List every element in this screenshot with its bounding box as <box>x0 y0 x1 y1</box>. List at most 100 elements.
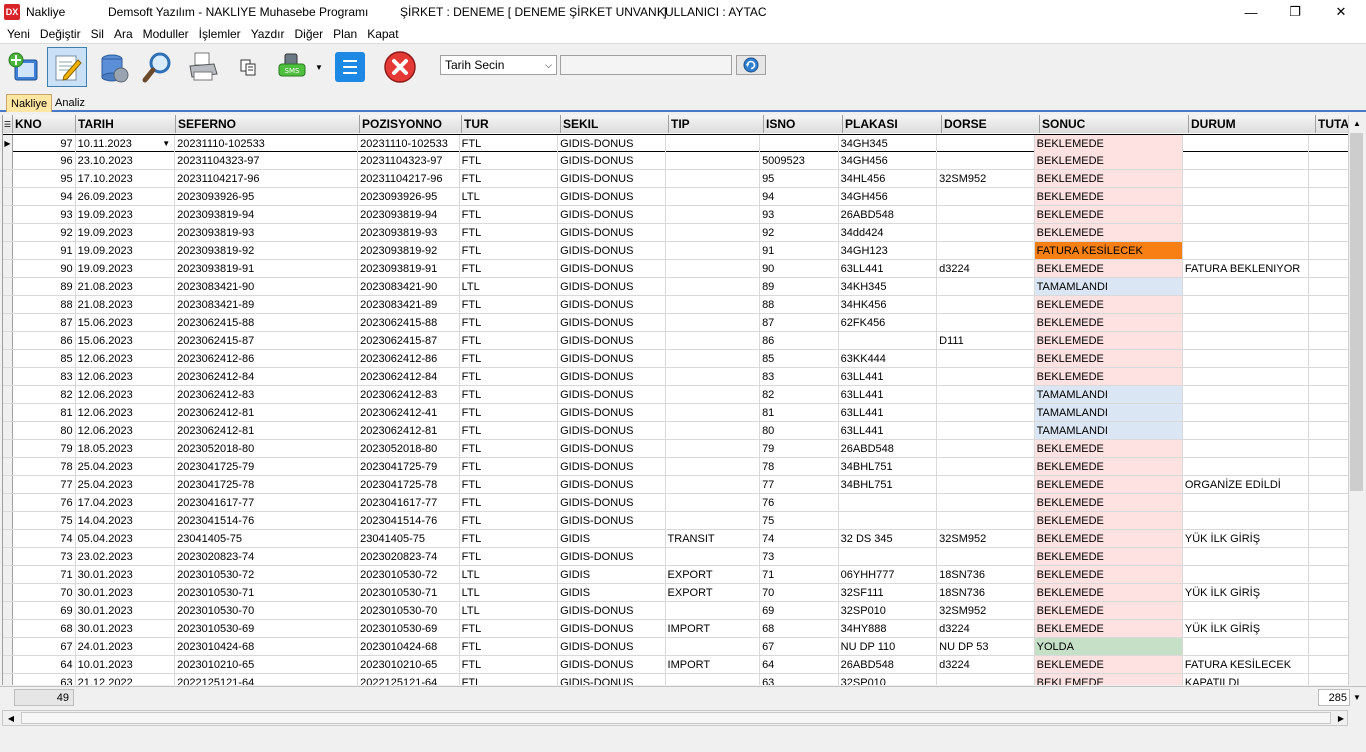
cell-dorse[interactable] <box>937 135 1035 152</box>
cell-isno[interactable]: 78 <box>760 458 839 475</box>
table-row[interactable]: 71 30.01.2023 2023010530-72 2023010530-72 LT… <box>3 566 1348 584</box>
table-row[interactable]: 89 21.08.2023 2023083421-90 2023083421-90 LT… <box>3 278 1348 296</box>
cell-tarih[interactable]: 23.02.2023 <box>76 548 176 565</box>
cell-pozisyonno[interactable]: 2023062412-81 <box>358 422 460 439</box>
cell-kno[interactable]: 75 <box>13 512 76 529</box>
scroll-right-icon[interactable]: ▶ <box>1333 711 1349 725</box>
cell-tur[interactable]: FTL <box>460 530 559 547</box>
cell-seferno[interactable]: 2023083421-90 <box>175 278 359 295</box>
cell-sekil[interactable]: GIDIS-DONUS <box>558 350 666 367</box>
cell-tur[interactable]: FTL <box>460 368 559 385</box>
cell-durum[interactable] <box>1183 350 1310 367</box>
row-indicator[interactable] <box>3 620 13 637</box>
cell-plakasi[interactable]: 34HY888 <box>839 620 938 637</box>
cell-sonuc[interactable]: BEKLEMEDE <box>1034 548 1183 565</box>
cell-tuta[interactable] <box>1309 242 1348 259</box>
cell-sekil[interactable]: GIDIS-DONUS <box>558 296 666 313</box>
table-row[interactable]: 73 23.02.2023 2023020823-74 2023020823-74 FT… <box>3 548 1348 566</box>
cell-sonuc[interactable]: BEKLEMEDE <box>1034 206 1183 223</box>
cell-sekil[interactable]: GIDIS-DONUS <box>558 440 666 457</box>
row-indicator[interactable] <box>3 350 13 367</box>
cell-kno[interactable]: 96 <box>13 152 76 169</box>
cell-sekil[interactable]: GIDIS-DONUS <box>558 206 666 223</box>
cell-tarih[interactable]: 30.01.2023 <box>76 566 176 583</box>
cell-pozisyonno[interactable]: 2023093819-91 <box>358 260 460 277</box>
cell-tuta[interactable] <box>1309 206 1348 223</box>
cell-dorse[interactable]: NU DP 53 <box>937 638 1035 655</box>
cell-seferno[interactable]: 2023062415-87 <box>175 332 359 349</box>
cell-dorse[interactable]: 32SM952 <box>937 530 1035 547</box>
cell-pozisyonno[interactable]: 2023083421-90 <box>358 278 460 295</box>
cell-plakasi[interactable]: 63LL441 <box>839 368 938 385</box>
footer-scroll-down-icon[interactable]: ▼ <box>1350 689 1364 706</box>
cell-sekil[interactable]: GIDIS-DONUS <box>558 332 666 349</box>
cell-sonuc[interactable]: BEKLEMEDE <box>1034 314 1183 331</box>
cell-tuta[interactable] <box>1309 602 1348 619</box>
table-row[interactable]: 82 12.06.2023 2023062412-83 2023062412-83 FT… <box>3 386 1348 404</box>
cell-durum[interactable] <box>1183 404 1310 421</box>
cell-pozisyonno[interactable]: 20231104217-96 <box>358 170 460 187</box>
cell-seferno[interactable]: 2023093819-93 <box>175 224 359 241</box>
cell-dorse[interactable] <box>937 404 1035 421</box>
table-row[interactable]: 88 21.08.2023 2023083421-89 2023083421-89 FT… <box>3 296 1348 314</box>
cell-pozisyonno[interactable]: 2023041617-77 <box>358 494 460 511</box>
cell-tuta[interactable] <box>1309 548 1348 565</box>
cell-kno[interactable]: 70 <box>13 584 76 601</box>
cell-tuta[interactable] <box>1309 656 1348 673</box>
cell-dorse[interactable] <box>937 548 1035 565</box>
cell-seferno[interactable]: 2023010530-70 <box>175 602 359 619</box>
cell-isno[interactable]: 77 <box>760 476 839 493</box>
cell-seferno[interactable]: 2023052018-80 <box>175 440 359 457</box>
cell-pozisyonno[interactable]: 2023083421-89 <box>358 296 460 313</box>
cell-sekil[interactable]: GIDIS-DONUS <box>558 242 666 259</box>
cell-seferno[interactable]: 2023010210-65 <box>175 656 359 673</box>
cell-pozisyonno[interactable]: 2023041725-79 <box>358 458 460 475</box>
row-indicator[interactable] <box>3 656 13 673</box>
cell-sekil[interactable]: GIDIS-DONUS <box>558 278 666 295</box>
cell-dorse[interactable] <box>937 368 1035 385</box>
cell-sekil[interactable]: GIDIS-DONUS <box>558 368 666 385</box>
cell-tur[interactable]: FTL <box>460 206 559 223</box>
cell-seferno[interactable]: 2023062412-86 <box>175 350 359 367</box>
cell-sekil[interactable]: GIDIS-DONUS <box>558 422 666 439</box>
row-indicator[interactable] <box>3 458 13 475</box>
cell-tip[interactable]: EXPORT <box>666 584 761 601</box>
cell-plakasi[interactable]: 62FK456 <box>839 314 938 331</box>
row-indicator[interactable] <box>3 314 13 331</box>
cell-sonuc[interactable]: TAMAMLANDI <box>1034 278 1183 295</box>
cell-durum[interactable] <box>1183 296 1310 313</box>
cell-pozisyonno[interactable]: 2023041725-78 <box>358 476 460 493</box>
cell-tarih[interactable]: 26.09.2023 <box>76 188 176 205</box>
cell-dorse[interactable] <box>937 152 1035 169</box>
cell-dorse[interactable] <box>937 512 1035 529</box>
cell-plakasi[interactable] <box>839 332 938 349</box>
cell-pozisyonno[interactable]: 2023062415-87 <box>358 332 460 349</box>
cell-tuta[interactable] <box>1309 404 1348 421</box>
cell-kno[interactable]: 71 <box>13 566 76 583</box>
cell-tarih[interactable]: 30.01.2023 <box>76 584 176 601</box>
cell-isno[interactable] <box>760 135 839 152</box>
cell-plakasi[interactable]: 63LL441 <box>839 260 938 277</box>
cell-durum[interactable] <box>1183 422 1310 439</box>
cell-isno[interactable]: 86 <box>760 332 839 349</box>
cell-plakasi[interactable]: 34BHL751 <box>839 458 938 475</box>
cell-dorse[interactable] <box>937 476 1035 493</box>
row-indicator[interactable] <box>3 296 13 313</box>
cell-kno[interactable]: 74 <box>13 530 76 547</box>
cell-tuta[interactable] <box>1309 638 1348 655</box>
cell-tip[interactable] <box>666 350 761 367</box>
cell-tip[interactable] <box>666 602 761 619</box>
row-indicator[interactable] <box>3 332 13 349</box>
vertical-scroll-thumb[interactable] <box>1350 133 1363 491</box>
cell-tuta[interactable] <box>1309 332 1348 349</box>
cell-sekil[interactable]: GIDIS-DONUS <box>558 476 666 493</box>
cell-seferno[interactable]: 20231104217-96 <box>175 170 359 187</box>
column-header-tur[interactable]: TUR <box>462 115 561 133</box>
cell-sonuc[interactable]: FATURA KESİLECEK <box>1034 242 1183 259</box>
cell-isno[interactable]: 70 <box>760 584 839 601</box>
list-button[interactable] <box>330 47 370 87</box>
cell-sonuc[interactable]: BEKLEMEDE <box>1034 584 1183 601</box>
minimize-button[interactable]: — <box>1228 0 1274 24</box>
cell-plakasi[interactable]: 63LL441 <box>839 386 938 403</box>
cell-seferno[interactable]: 2023093819-94 <box>175 206 359 223</box>
